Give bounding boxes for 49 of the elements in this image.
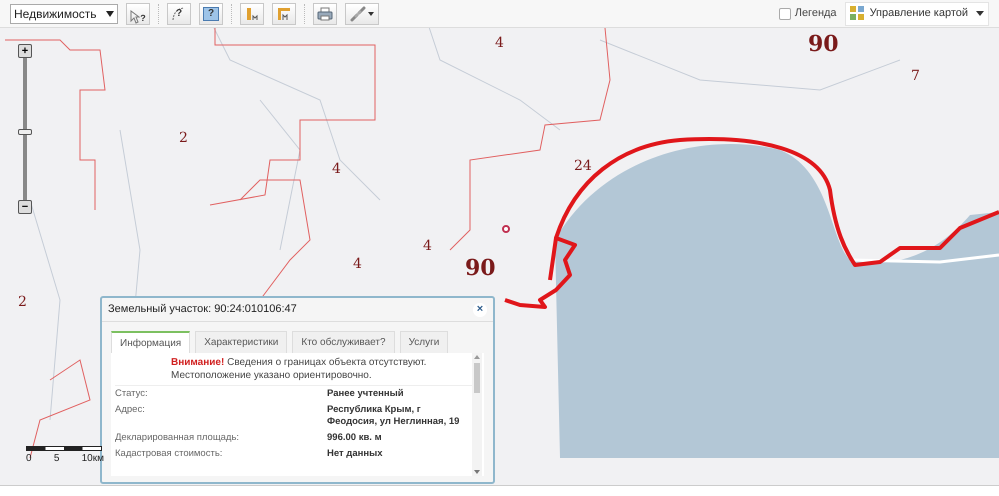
scale-label: 10км <box>82 452 104 466</box>
field-value: Ранее учтенный <box>327 388 405 400</box>
field-value: 996.00 кв. м <box>327 432 383 444</box>
map-label: 7 <box>911 67 920 86</box>
map-label: 90 <box>465 254 496 283</box>
caret-icon <box>106 10 114 16</box>
map-label: 4 <box>332 160 341 179</box>
print-icon[interactable] <box>313 2 337 24</box>
caret-icon <box>368 12 374 16</box>
tab[interactable]: Характеристики <box>195 331 288 353</box>
popup-title: Земельный участок: 90:24:010106:47 <box>108 302 297 318</box>
zoom-out-button[interactable]: − <box>18 200 32 214</box>
field-label: Статус: <box>115 388 149 400</box>
zoom-slider[interactable]: + − <box>17 44 33 214</box>
tab[interactable]: Кто обслуживает? <box>292 331 395 353</box>
field-label: Адрес: <box>115 404 146 417</box>
field-label: Кадастровая стоимость: <box>115 448 224 460</box>
map-label: 24 <box>574 157 592 176</box>
field-value: Республика Крым, г Феодосия, ул Неглинная, 19 <box>327 404 460 428</box>
close-button[interactable]: × <box>473 302 487 316</box>
cursor-icon <box>130 10 140 24</box>
link-dropdown[interactable] <box>345 2 379 24</box>
zoom-thumb[interactable] <box>18 128 32 135</box>
tab[interactable]: Услуги <box>400 331 448 353</box>
warning-text: Внимание! Сведения о границах объекта отсутствуют. Местоположение указано ориентировочно. <box>171 356 428 382</box>
map-label: 2 <box>18 293 27 312</box>
map-label: 2 <box>179 129 188 148</box>
layer-select[interactable]: Недвижимость <box>10 4 118 24</box>
map-control-button[interactable]: Управление картой <box>844 2 989 26</box>
tab[interactable]: Информация <box>111 331 190 353</box>
polygon-help-button[interactable]: ? <box>199 2 223 24</box>
field-label: Декларированная площадь: <box>115 432 240 444</box>
map-label: 4 <box>495 34 504 53</box>
legend-label: Легенда <box>794 6 837 22</box>
polyline-help-button[interactable]: ? <box>167 2 191 24</box>
grid-icon <box>850 6 865 21</box>
map-label: 90 <box>808 30 839 59</box>
map-label: 4 <box>423 237 432 256</box>
zoom-in-button[interactable]: + <box>18 44 32 58</box>
field-value: Нет данных <box>327 448 384 460</box>
legend-checkbox[interactable] <box>778 8 791 20</box>
area-ruler-icon[interactable] <box>272 2 296 24</box>
link-icon <box>350 6 366 22</box>
ruler-icon[interactable] <box>240 2 264 24</box>
pointer-help-button[interactable]: ? <box>126 2 150 24</box>
scale-label: 5 <box>54 452 60 466</box>
caret-icon <box>976 11 984 16</box>
map-label: 4 <box>353 255 362 274</box>
scale-label: 0 <box>26 452 32 466</box>
